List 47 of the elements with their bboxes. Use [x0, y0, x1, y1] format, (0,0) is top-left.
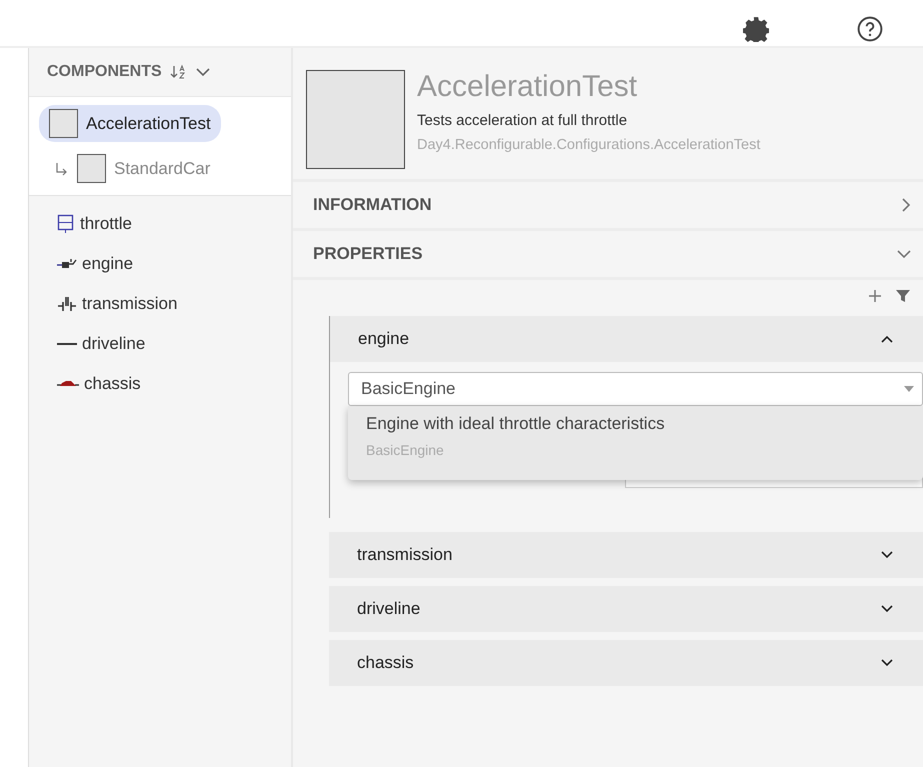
engine-icon: [57, 258, 77, 270]
component-label: driveline: [82, 334, 146, 354]
option-description: Engine with ideal throttle characteristics: [366, 414, 666, 434]
section-header[interactable]: PROPERTIES: [293, 231, 923, 280]
chevron-down-icon: [881, 659, 893, 667]
dropdown-option[interactable]: Engine with ideal throttle characteristics BasicEngine: [348, 406, 923, 466]
group-header[interactable]: transmission: [329, 532, 923, 578]
child-arrow-icon: [55, 162, 69, 176]
panel-title: COMPONENTS: [47, 63, 162, 81]
component-path: Day4.Reconfigurable.Configurations.AccelerationTest: [417, 137, 760, 153]
add-icon[interactable]: [867, 288, 883, 304]
chevron-down-icon: [881, 551, 893, 559]
tree-item[interactable]: StandardCar: [39, 150, 220, 187]
component-item[interactable]: chassis: [57, 366, 263, 402]
option-name: BasicEngine: [366, 442, 445, 458]
gear-icon[interactable]: [743, 16, 769, 42]
thumbnail-icon: [77, 154, 106, 183]
component-title: AccelerationTest: [417, 70, 638, 104]
chevron-right-icon: [901, 198, 911, 212]
group-header[interactable]: driveline: [329, 586, 923, 632]
component-description: Tests acceleration at full throttle: [417, 112, 628, 129]
chevron-up-icon: [881, 335, 893, 343]
group-header[interactable]: engine: [330, 316, 923, 362]
dropdown-caret-icon: [904, 386, 914, 392]
thumbnail-icon: [49, 109, 78, 138]
filter-icon[interactable]: [895, 288, 911, 304]
chevron-down-icon: [897, 249, 911, 259]
component-label: transmission: [82, 294, 178, 314]
section-header[interactable]: INFORMATION: [293, 182, 923, 231]
tree-item[interactable]: AccelerationTest: [39, 105, 221, 142]
component-label: chassis: [84, 374, 141, 394]
chevron-down-icon: [881, 605, 893, 613]
select-field[interactable]: BasicEngine: [348, 372, 923, 406]
component-item[interactable]: transmission: [57, 286, 263, 322]
sort-icon[interactable]: [170, 64, 188, 80]
car-icon: [57, 379, 79, 389]
component-label: engine: [82, 254, 134, 274]
help-icon[interactable]: [857, 16, 883, 42]
block-icon: [57, 214, 75, 234]
chevron-down-icon[interactable]: [196, 67, 210, 77]
component-label: throttle: [80, 214, 132, 234]
gearbox-icon: [57, 296, 77, 312]
component-item[interactable]: engine: [57, 246, 263, 282]
group-header[interactable]: chassis: [329, 640, 923, 686]
component-item[interactable]: driveline: [57, 326, 263, 362]
component-item[interactable]: throttle: [57, 206, 263, 242]
shaft-icon: [57, 342, 77, 346]
